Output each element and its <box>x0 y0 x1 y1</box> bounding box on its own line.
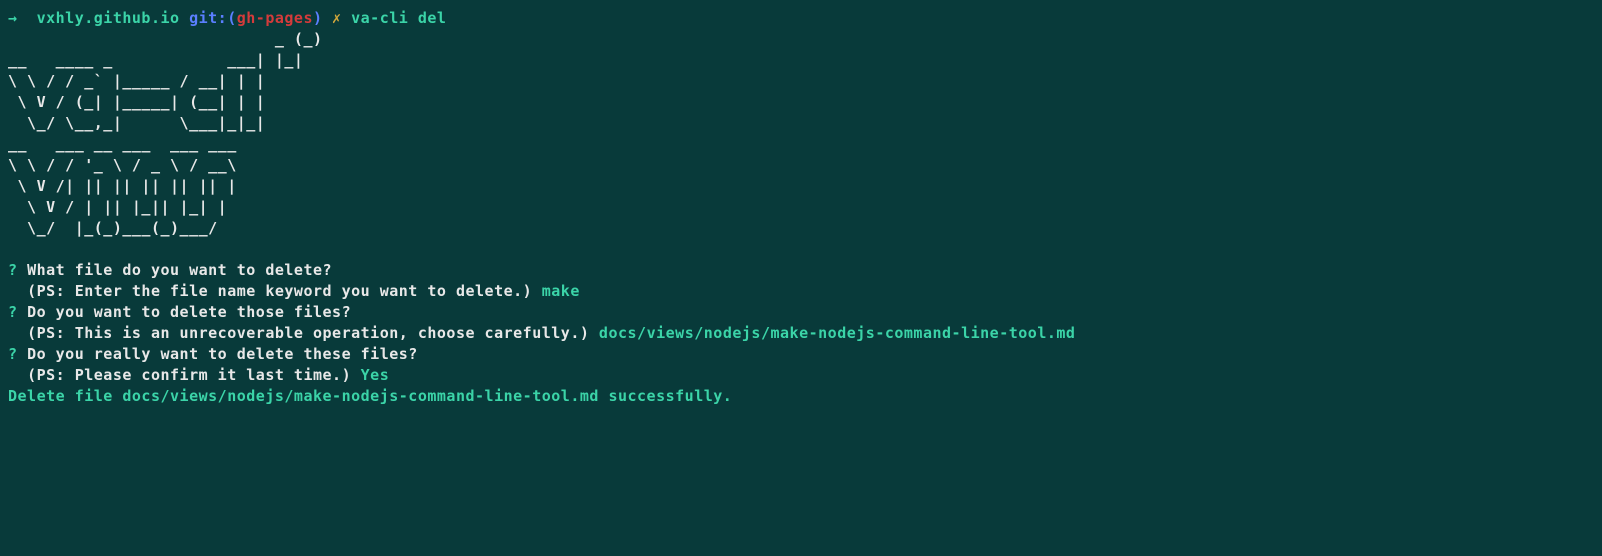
hint-2: (PS: This is an unrecoverable operation,… <box>27 324 589 342</box>
question-mark-icon: ? <box>8 261 18 279</box>
question-1: What file do you want to delete? <box>27 261 332 279</box>
question-mark-icon: ? <box>8 303 18 321</box>
terminal-output: → vxhly.github.io git:(gh-pages) ✗ va-cl… <box>8 8 1594 407</box>
git-label: git:( <box>189 9 237 27</box>
hint-1: (PS: Enter the file name keyword you wan… <box>27 282 532 300</box>
success-message: Delete file docs/views/nodejs/make-nodej… <box>8 387 732 405</box>
question-2: Do you want to delete those files? <box>27 303 351 321</box>
question-3: Do you really want to delete these files… <box>27 345 418 363</box>
prompt-arrow: → <box>8 9 37 27</box>
prompt-cwd: vxhly.github.io <box>37 9 180 27</box>
hint-3: (PS: Please confirm it last time.) <box>27 366 351 384</box>
question-mark-icon: ? <box>8 345 18 363</box>
prompt-dirty-icon: ✗ <box>323 9 352 27</box>
git-close: ) <box>313 9 323 27</box>
answer-1[interactable]: make <box>542 282 580 300</box>
ascii-banner: _ (_) __ ____ _ ___| |_| \ \ / / _` |___… <box>8 30 323 237</box>
answer-3[interactable]: Yes <box>361 366 390 384</box>
command-input[interactable]: va-cli del <box>351 9 446 27</box>
answer-2[interactable]: docs/views/nodejs/make-nodejs-command-li… <box>599 324 1076 342</box>
git-branch: gh-pages <box>237 9 313 27</box>
